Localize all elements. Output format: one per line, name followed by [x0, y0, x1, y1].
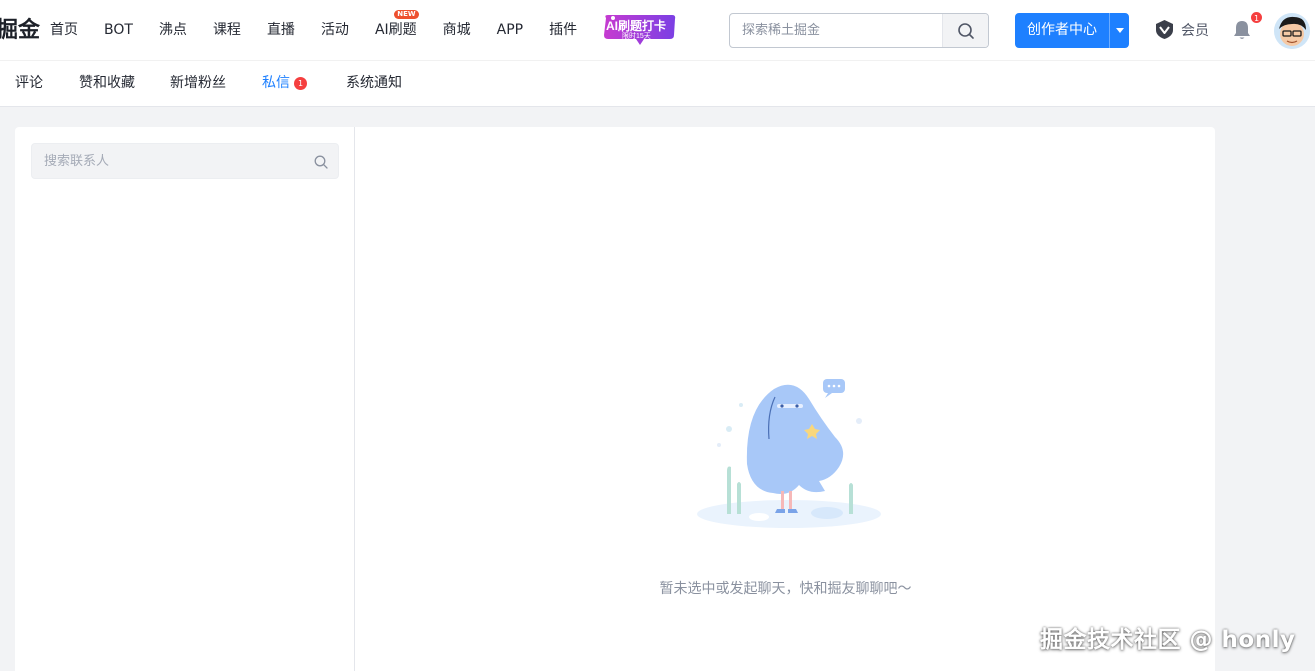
nav-item-plugins[interactable]: 插件	[549, 0, 577, 61]
tab-label: 系统通知	[346, 75, 402, 91]
new-badge: NEW	[394, 10, 419, 19]
search-input[interactable]	[730, 14, 942, 47]
caret-down-icon	[1115, 27, 1124, 33]
promo-line1: AI刷题打卡	[606, 18, 666, 33]
watermark: 掘金技术社区 @ honly	[1040, 627, 1296, 653]
vip-shield-icon	[1156, 20, 1173, 39]
nav-label: 插件	[549, 22, 578, 38]
creator-center-dropdown[interactable]	[1109, 13, 1129, 48]
vip-label: 会员	[1181, 22, 1209, 39]
nav-label: 活动	[320, 22, 349, 38]
tab-likes-and-favorites[interactable]: 赞和收藏	[79, 61, 135, 105]
user-avatar[interactable]	[1274, 13, 1310, 49]
tab-comments[interactable]: 评论	[15, 61, 43, 105]
site-search	[729, 13, 989, 48]
unread-count-badge: 1	[294, 77, 307, 90]
tab-label: 新增粉丝	[170, 75, 226, 91]
tab-label: 赞和收藏	[79, 75, 135, 91]
tab-new-followers[interactable]: 新增粉丝	[170, 61, 226, 105]
contact-search-button[interactable]	[314, 154, 328, 169]
avatar-image	[1274, 13, 1310, 49]
nav-item-courses[interactable]: 课程	[213, 0, 241, 61]
nav-item-pins[interactable]: 沸点	[159, 0, 187, 61]
tab-private-messages[interactable]: 私信 1	[262, 61, 307, 105]
nav-label: AI刷题	[374, 22, 417, 38]
nav-label: 沸点	[158, 22, 187, 38]
top-header: 掘金 首页 BOT 沸点 课程 直播 活动 AI刷题 NEW 商城 APP 插件…	[0, 0, 1315, 61]
search-button[interactable]	[942, 14, 988, 47]
nav-label: 课程	[212, 22, 241, 38]
nav-item-app[interactable]: APP	[497, 0, 523, 61]
contact-search-box	[31, 143, 339, 179]
chat-area: 暂未选中或发起聊天，快和掘友聊聊吧～	[356, 127, 1215, 671]
site-logo[interactable]: 掘金	[0, 18, 40, 44]
search-icon	[314, 155, 328, 169]
search-icon	[957, 22, 974, 39]
empty-chat-message: 暂未选中或发起聊天，快和掘友聊聊吧～	[659, 581, 912, 597]
tab-system-notices[interactable]: 系统通知	[346, 61, 402, 105]
main-nav: 首页 BOT 沸点 课程 直播 活动 AI刷题 NEW 商城 APP 插件	[50, 0, 603, 61]
promo-badge-graphic: AI刷题打卡 限时15天	[604, 15, 676, 45]
nav-label: BOT	[104, 22, 133, 38]
contact-search-input[interactable]	[32, 144, 302, 178]
creator-center-button[interactable]: 创作者中心	[1015, 13, 1129, 48]
promo-line2: 限时15天	[622, 31, 651, 40]
ai-practice-promo-banner[interactable]: AI刷题打卡 限时15天	[600, 13, 678, 47]
nav-item-ai-practice[interactable]: AI刷题 NEW	[374, 0, 419, 61]
nav-label: 首页	[50, 22, 78, 38]
contacts-sidebar	[15, 127, 355, 671]
tab-label: 私信	[262, 75, 290, 91]
nav-item-shop[interactable]: 商城	[443, 0, 471, 61]
creator-center-label: 创作者中心	[1027, 22, 1097, 38]
messages-panel: 暂未选中或发起聊天，快和掘友聊聊吧～	[15, 127, 1215, 671]
empty-chat-illustration	[689, 379, 889, 534]
vip-membership-link[interactable]: 会员	[1154, 19, 1209, 40]
nav-item-bot[interactable]: BOT	[104, 0, 133, 61]
nav-label: APP	[496, 22, 524, 38]
tab-label: 评论	[15, 75, 43, 91]
nav-item-home[interactable]: 首页	[50, 0, 78, 61]
ghost-mascot-icon	[697, 379, 881, 528]
nav-item-events[interactable]: 活动	[321, 0, 349, 61]
bell-icon	[1234, 21, 1250, 39]
nav-label: 直播	[266, 22, 295, 38]
notification-tabs: 评论 赞和收藏 新增粉丝 私信 1 系统通知	[0, 61, 1315, 107]
notification-count-badge: 1	[1250, 11, 1264, 24]
notification-button[interactable]	[1232, 19, 1252, 41]
nav-label: 商城	[442, 22, 471, 38]
nav-item-live[interactable]: 直播	[267, 0, 295, 61]
